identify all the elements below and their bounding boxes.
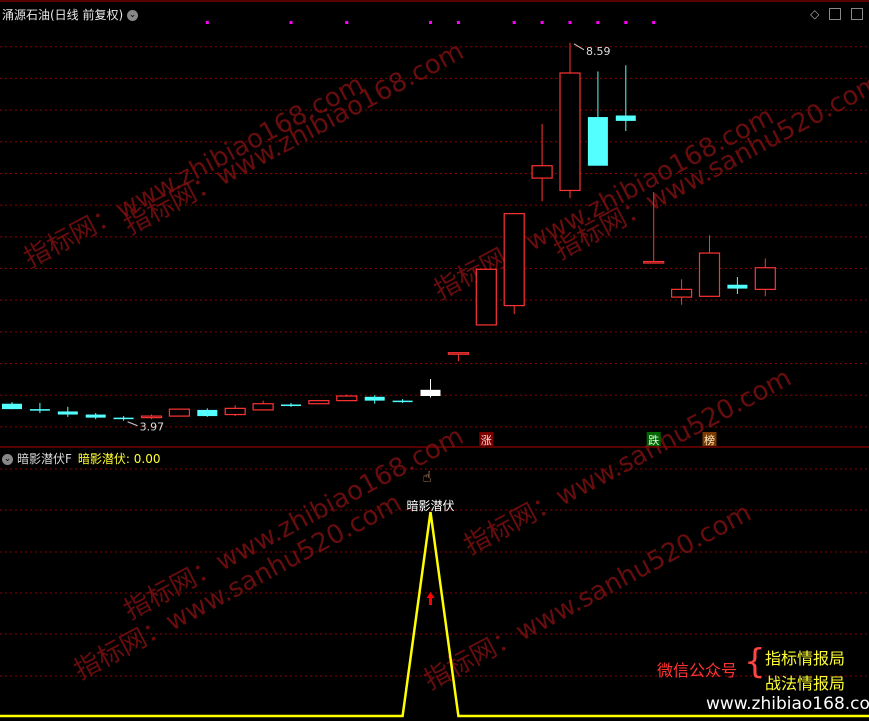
top-marker (345, 21, 349, 24)
top-marker (568, 21, 572, 24)
candle-body-down[interactable] (727, 284, 748, 289)
candle-body-up[interactable] (503, 213, 525, 307)
dropdown-icon[interactable]: ⌄ (127, 10, 139, 21)
restore-button[interactable] (829, 7, 842, 20)
candle-body-down[interactable] (615, 115, 636, 121)
watermark-text: 指标网：www.sanhu520.com (459, 363, 796, 561)
promo-line-1: 指标情报局 (765, 649, 846, 668)
maximize-button[interactable] (851, 7, 863, 20)
candle-body-down[interactable] (113, 417, 134, 420)
promo-site: www.zhibiao168.com (706, 694, 869, 714)
candle-body-down[interactable] (197, 409, 218, 417)
top-marker (596, 21, 600, 24)
stock-title-text: 涌源石油(日线 前复权) (2, 8, 124, 22)
indicator-name: 暗影潜伏F (17, 452, 72, 466)
indicator-header[interactable]: ⌄ 暗影潜伏F 暗影潜伏: 0.00 (2, 450, 161, 467)
top-markers (205, 21, 656, 24)
signal-badge-text: 榜 (704, 433, 715, 447)
hand-pointer-icon: ☝ (423, 468, 432, 486)
buy-arrow-icon (426, 592, 435, 605)
candle-body-down[interactable] (281, 404, 301, 407)
candle-body-up[interactable] (531, 165, 553, 179)
brace-glyph: { (744, 642, 766, 682)
promo-line-2: 战法情报局 (765, 674, 846, 693)
candle-body-down[interactable] (420, 389, 441, 396)
candle-body-up[interactable] (308, 400, 330, 405)
candle-body-up[interactable] (559, 72, 581, 192)
candle-body-up[interactable] (168, 408, 190, 417)
candle-body-down[interactable] (2, 403, 22, 410)
candle-body-up[interactable] (698, 252, 721, 297)
diamond-icon[interactable]: ◇ (810, 7, 819, 21)
candle-body-up[interactable] (224, 407, 246, 416)
candle-body-up[interactable] (252, 403, 274, 411)
top-marker (205, 21, 209, 24)
low-label: 3.97 (140, 421, 165, 434)
candle-body-down[interactable] (57, 411, 78, 415)
indicator-value: 0.00 (133, 452, 161, 466)
watermark-text: 指标网：www.sanhu520.com (69, 488, 406, 686)
top-marker (540, 21, 544, 24)
candle-body-up[interactable] (336, 395, 358, 402)
candle-body-down[interactable] (587, 117, 608, 166)
signal-badge-text: 涨 (481, 434, 492, 447)
watermark-text: 指标网：www.zhibiao168.com (119, 421, 469, 626)
stock-title[interactable]: 涌源石油(日线 前复权) ⌄ (2, 6, 142, 23)
indicator-label: 暗影潜伏: (77, 452, 130, 466)
watermark-text: 指标网：www.zhibiao168.com (19, 69, 369, 274)
candle-body-down[interactable] (364, 396, 385, 401)
low-arrow (127, 421, 138, 427)
top-marker (456, 21, 460, 24)
top-marker (624, 21, 628, 24)
candle-body-up[interactable] (140, 415, 163, 419)
candle-body-up[interactable] (475, 268, 497, 326)
wechat-label: 微信公众号 (657, 661, 738, 680)
high-label: 8.59 (586, 45, 611, 58)
top-marker (289, 21, 293, 24)
candle-body-up[interactable] (447, 352, 469, 355)
window-controls: ◇ (804, 6, 863, 21)
indicator-dropdown-icon[interactable]: ⌄ (2, 454, 13, 465)
candle-body-up[interactable] (670, 288, 693, 298)
top-marker (429, 21, 432, 24)
watermark-layer: 指标网：www.zhibiao168.com 指标网：www.zhibiao168… (19, 36, 869, 696)
signal-badge-text: 跌 (648, 433, 659, 447)
candle-body-down[interactable] (29, 409, 50, 411)
chart-canvas: 指标网：www.zhibiao168.com 指标网：www.zhibiao168… (0, 0, 869, 718)
peak-label: 暗影潜伏 (406, 498, 454, 513)
top-marker (512, 21, 516, 24)
watermark-text: 指标网：www.zhibiao168.com (119, 36, 469, 241)
candle-body-down[interactable] (392, 400, 413, 403)
candle-body-down[interactable] (85, 414, 106, 418)
top-marker (652, 21, 656, 24)
candle-body-up[interactable] (754, 267, 776, 290)
candle-body-up[interactable] (643, 260, 665, 264)
